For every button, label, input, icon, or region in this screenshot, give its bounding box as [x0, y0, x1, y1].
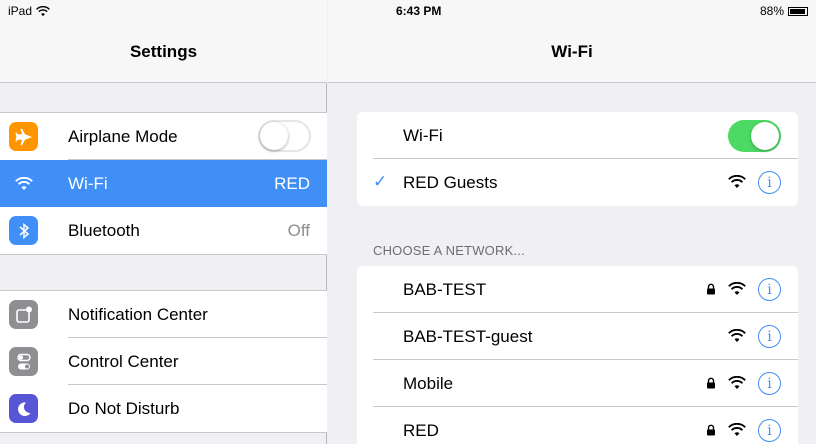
settings-row-label: Do Not Disturb [68, 398, 180, 418]
status-bar-battery: 88% [760, 4, 808, 18]
wifi-toggle-row: Wi-Fi [357, 112, 798, 159]
settings-row-wifi[interactable]: Wi-Fi RED [0, 160, 327, 207]
page-title: Wi-Fi [551, 42, 593, 61]
settings-row-label: Airplane Mode [68, 126, 178, 146]
wifi-icon [9, 169, 38, 198]
device-name: iPad [8, 4, 33, 18]
settings-group-system: Notification Center Control Center Do No… [0, 290, 327, 433]
settings-row-label: Bluetooth [68, 220, 140, 240]
network-name: BAB-TEST-guest [403, 326, 533, 346]
settings-row-control-center[interactable]: Control Center [0, 338, 327, 385]
settings-row-label: Notification Center [68, 304, 208, 324]
moon-icon [9, 394, 38, 423]
settings-group-connectivity: Airplane Mode Wi-Fi RED Bluetooth Off [0, 112, 327, 255]
network-row[interactable]: BAB-TEST-guest i [357, 313, 798, 360]
lock-icon [707, 424, 715, 436]
lock-icon [707, 377, 715, 389]
settings-row-label: Control Center [68, 351, 179, 371]
notification-center-icon [9, 300, 38, 329]
settings-row-bluetooth[interactable]: Bluetooth Off [0, 207, 327, 254]
settings-row-value: Off [287, 220, 310, 240]
wifi-navbar: 6:43 PM 88% Wi-Fi [328, 0, 816, 83]
settings-row-label: Wi-Fi [68, 173, 108, 193]
wifi-toggle-label: Wi-Fi [403, 125, 443, 145]
info-icon[interactable]: i [758, 372, 781, 395]
settings-row-notification-center[interactable]: Notification Center [0, 291, 327, 338]
info-icon[interactable]: i [758, 278, 781, 301]
wifi-signal-icon [728, 376, 746, 389]
info-icon[interactable]: i [758, 171, 781, 194]
wifi-signal-icon [36, 5, 50, 16]
airplane-icon [9, 122, 38, 151]
wifi-detail-pane: 6:43 PM 88% Wi-Fi Wi-Fi ✓ RED Guests i C… [328, 0, 816, 444]
network-row[interactable]: Mobile i [357, 360, 798, 407]
battery-percentage: 88% [759, 4, 784, 18]
battery-icon [788, 6, 808, 16]
page-title: Settings [129, 42, 198, 61]
network-name: BAB-TEST [403, 279, 487, 299]
network-name: Mobile [403, 373, 454, 393]
airplane-mode-toggle[interactable] [258, 120, 311, 152]
wifi-signal-icon [728, 282, 746, 295]
status-bar-left: iPad [8, 4, 50, 18]
connected-network-row[interactable]: ✓ RED Guests i [357, 159, 798, 206]
network-name: RED Guests [403, 172, 498, 192]
checkmark-icon: ✓ [373, 172, 388, 191]
info-icon[interactable]: i [758, 419, 781, 442]
toggle-knob [260, 122, 288, 150]
settings-row-airplane-mode[interactable]: Airplane Mode [0, 113, 327, 160]
settings-master-pane: iPad Settings Airplane Mode Wi-Fi RED Bl… [0, 0, 327, 444]
network-row[interactable]: RED i [357, 407, 798, 444]
network-name: RED [403, 420, 439, 440]
wifi-signal-icon [728, 175, 746, 188]
lock-icon [707, 283, 715, 295]
settings-navbar: iPad Settings [0, 0, 327, 83]
wifi-signal-icon [728, 329, 746, 342]
status-bar-time: 6:43 PM [396, 4, 442, 18]
settings-row-do-not-disturb[interactable]: Do Not Disturb [0, 385, 327, 432]
wifi-toggle[interactable] [728, 120, 781, 152]
wifi-signal-icon [728, 423, 746, 436]
network-row[interactable]: BAB-TEST i [357, 266, 798, 313]
toggle-knob [751, 122, 779, 150]
bluetooth-icon [9, 216, 38, 245]
info-icon[interactable]: i [758, 325, 781, 348]
network-list: BAB-TEST i BAB-TEST-guest i Mobile i RED i [357, 266, 798, 444]
wifi-status-card: Wi-Fi ✓ RED Guests i [357, 112, 798, 206]
control-center-icon [9, 347, 38, 376]
choose-network-header: CHOOSE A NETWORK... [373, 243, 525, 258]
settings-row-value: RED [274, 173, 310, 193]
battery-level-fill [790, 8, 805, 14]
